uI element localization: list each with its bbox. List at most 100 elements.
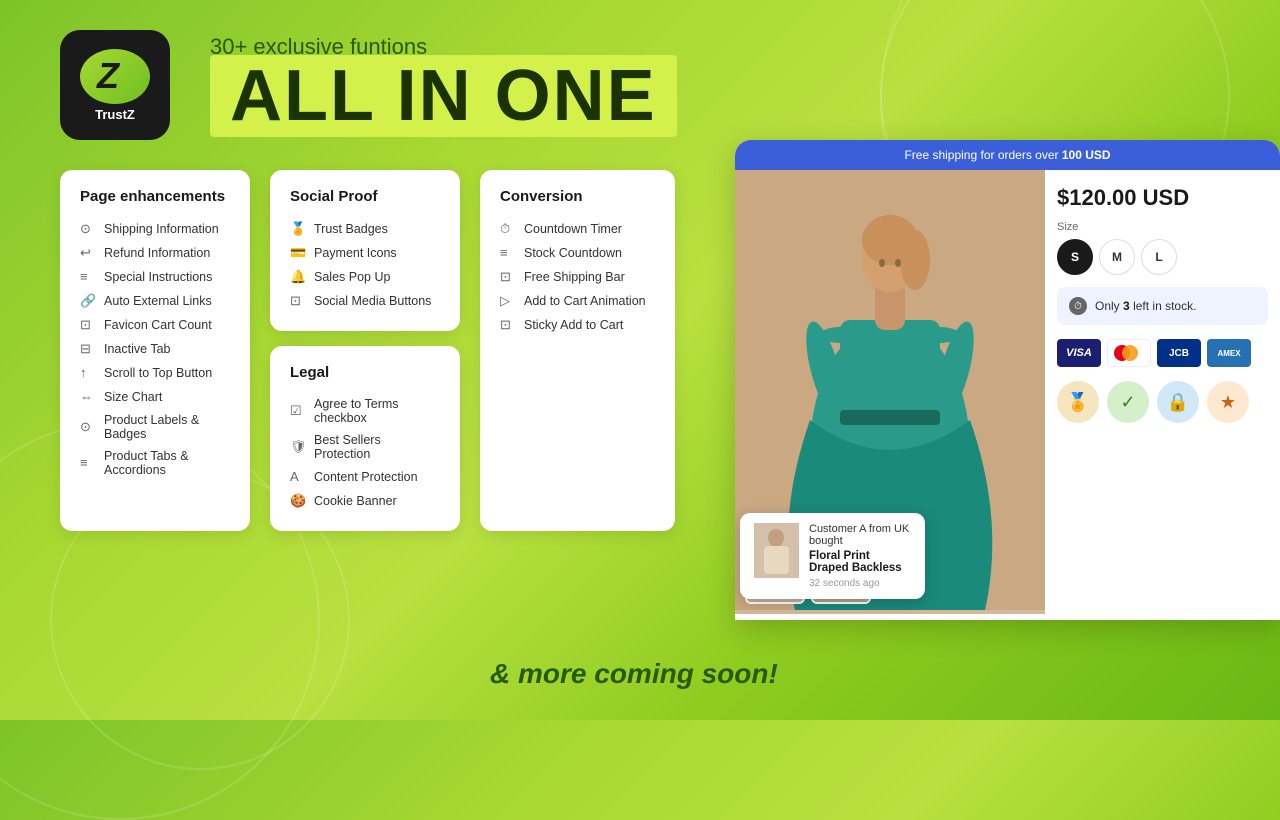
labels-icon: ⊙ — [80, 419, 96, 435]
stock-suffix: left in stock. — [1133, 299, 1196, 313]
trust-badges-icon: 🏅 — [290, 221, 306, 237]
legal-box: Legal ☑ Agree to Terms checkbox 🛡 Best S… — [270, 346, 460, 531]
title-area: 30+ exclusive funtions ALL IN ONE — [210, 34, 677, 137]
item-label: Cookie Banner — [314, 494, 397, 508]
size-btn-s[interactable]: S — [1057, 239, 1093, 275]
item-label: Add to Cart Animation — [524, 294, 646, 308]
item-label: Stock Countdown — [524, 246, 622, 260]
countdown-icon: ⏱ — [500, 221, 516, 237]
list-item: ≡ Stock Countdown — [500, 241, 655, 265]
social-proof-popup: Customer A from UK bought Floral Print D… — [740, 513, 925, 599]
list-item: ☑ Agree to Terms checkbox — [290, 393, 440, 429]
list-item: 🛡 Best Sellers Protection — [290, 429, 440, 465]
list-item: 💳 Payment Icons — [290, 241, 440, 265]
sticky-cart-icon: ⊡ — [500, 317, 516, 333]
popup-customer: Customer A from UK bought — [809, 523, 911, 547]
instructions-icon: ≡ — [80, 269, 96, 285]
page-enhancements-box: Page enhancements ⊙ Shipping Information… — [60, 170, 250, 531]
stock-countdown-icon: ≡ — [500, 245, 516, 261]
list-item: 🏅 Trust Badges — [290, 217, 440, 241]
item-label: Trust Badges — [314, 222, 388, 236]
list-item: ≡ Product Tabs & Accordions — [80, 445, 230, 481]
list-item: ⊡ Free Shipping Bar — [500, 265, 655, 289]
item-label: Free Shipping Bar — [524, 270, 625, 284]
item-label: Countdown Timer — [524, 222, 622, 236]
cookie-icon: 🍪 — [290, 493, 306, 509]
trust-badge-4: ★ — [1207, 381, 1249, 423]
scroll-icon: ↑ — [80, 365, 96, 381]
item-label: Scroll to Top Button — [104, 366, 212, 380]
tabs-icon: ≡ — [80, 455, 96, 471]
sales-popup-icon: 🔔 — [290, 269, 306, 285]
trust-badge-3: 🔒 — [1157, 381, 1199, 423]
shipping-bar-icon: ⊡ — [500, 269, 516, 285]
item-label: Social Media Buttons — [314, 294, 431, 308]
mastercard — [1107, 339, 1151, 367]
list-item: ↑ Scroll to Top Button — [80, 361, 230, 385]
terms-icon: ☑ — [290, 403, 306, 419]
product-body: Customer A from UK bought Floral Print D… — [735, 170, 1280, 614]
list-item: 🔔 Sales Pop Up — [290, 265, 440, 289]
product-image-area: Customer A from UK bought Floral Print D… — [735, 170, 1045, 614]
shipping-bar-text: Free shipping for orders over — [904, 148, 1058, 162]
item-label: Special Instructions — [104, 270, 212, 284]
item-label: Payment Icons — [314, 246, 397, 260]
conversion-box: Conversion ⏱ Countdown Timer ≡ Stock Cou… — [480, 170, 675, 531]
shipping-bar: Free shipping for orders over 100 USD — [735, 140, 1280, 170]
social-proof-box: Social Proof 🏅 Trust Badges 💳 Payment Ic… — [270, 170, 460, 331]
item-label: Best Sellers Protection — [314, 433, 440, 461]
list-item: ↩ Refund Information — [80, 241, 230, 265]
social-media-icon: ⊡ — [290, 293, 306, 309]
trust-badges: 🏅 ✓ 🔒 ★ — [1057, 381, 1268, 423]
size-btn-l[interactable]: L — [1141, 239, 1177, 275]
cart-animation-icon: ▷ — [500, 293, 516, 309]
logo: Z TrustZ — [60, 30, 170, 140]
product-preview: Free shipping for orders over 100 USD — [735, 140, 1280, 620]
list-item: ≡ Special Instructions — [80, 265, 230, 289]
tagline: & more coming soon! — [490, 658, 778, 690]
item-label: Size Chart — [104, 390, 162, 404]
size-label: Size — [1057, 221, 1268, 233]
item-label: Agree to Terms checkbox — [314, 397, 440, 425]
logo-brand: TrustZ — [95, 107, 135, 122]
item-label: Sticky Add to Cart — [524, 318, 623, 332]
size-chart-icon: ⇔ — [80, 389, 96, 405]
legal-title: Legal — [290, 364, 440, 381]
item-label: Auto External Links — [104, 294, 212, 308]
page-enhancements-title: Page enhancements — [80, 188, 230, 205]
list-item: ⊙ Shipping Information — [80, 217, 230, 241]
stock-text: Only 3 left in stock. — [1095, 299, 1196, 313]
social-proof-title: Social Proof — [290, 188, 440, 205]
header: Z TrustZ 30+ exclusive funtions ALL IN O… — [0, 0, 1280, 150]
list-item: ⊟ Inactive Tab — [80, 337, 230, 361]
popup-time: 32 seconds ago — [809, 578, 911, 589]
list-item: A Content Protection — [290, 465, 440, 489]
list-item: ⊡ Favicon Cart Count — [80, 313, 230, 337]
size-btn-m[interactable]: M — [1099, 239, 1135, 275]
item-label: Refund Information — [104, 246, 210, 260]
list-item: ⊙ Product Labels & Badges — [80, 409, 230, 445]
external-links-icon: 🔗 — [80, 293, 96, 309]
content-protection-icon: A — [290, 469, 306, 485]
item-label: Favicon Cart Count — [104, 318, 212, 332]
trust-badge-2: ✓ — [1107, 381, 1149, 423]
list-item: ⏱ Countdown Timer — [500, 217, 655, 241]
visa-card: VISA — [1057, 339, 1101, 367]
conversion-title: Conversion — [500, 188, 655, 205]
size-selector: S M L — [1057, 239, 1268, 275]
list-item: ⇔ Size Chart — [80, 385, 230, 409]
stock-alert: ⏱ Only 3 left in stock. — [1057, 287, 1268, 325]
refund-icon: ↩ — [80, 245, 96, 261]
item-label: Inactive Tab — [104, 342, 170, 356]
list-item: ▷ Add to Cart Animation — [500, 289, 655, 313]
list-item: 🍪 Cookie Banner — [290, 489, 440, 513]
item-label: Product Tabs & Accordions — [104, 449, 230, 477]
amex-card: AMEX — [1207, 339, 1251, 367]
middle-column: Social Proof 🏅 Trust Badges 💳 Payment Ic… — [270, 170, 460, 531]
list-item: ⊡ Sticky Add to Cart — [500, 313, 655, 337]
item-label: Shipping Information — [104, 222, 219, 236]
popup-product-name: Floral Print Draped Backless — [809, 550, 911, 574]
inactive-tab-icon: ⊟ — [80, 341, 96, 357]
jcb-card: JCB — [1157, 339, 1201, 367]
stock-alert-icon: ⏱ — [1069, 297, 1087, 315]
